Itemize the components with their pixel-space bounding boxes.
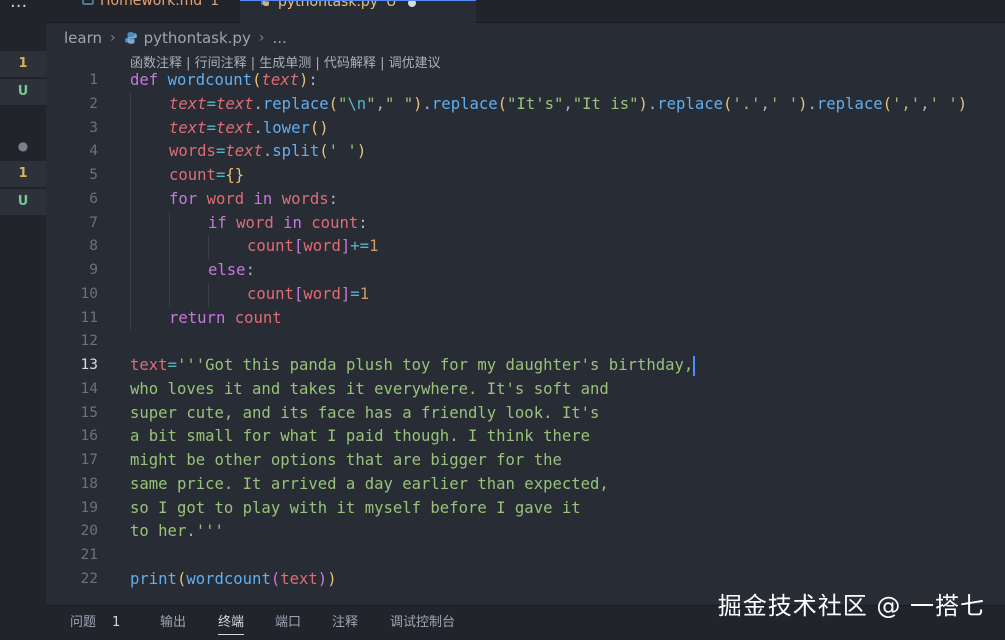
breadcrumb: learn › pythontask.py › ... [64,29,287,47]
unsaved-dot-icon[interactable] [408,1,417,7]
line-number: 8 [89,238,98,255]
line-number: 22 [80,570,98,587]
line-number: 21 [80,547,98,563]
tab-homework-md[interactable]: Homework.md 1 [62,0,238,22]
line-number: 20 [80,523,98,540]
code-line: 20 to her.''' [46,520,1005,544]
tab-label: pythontask.py [278,0,379,10]
code-line: 7 if word in count: [46,211,1005,236]
line-number: 18 [80,475,98,492]
line-number: 16 [80,428,98,445]
tab-output[interactable]: 输出 [160,606,186,639]
line-number: 9 [89,262,98,278]
tab-untracked-badge: U [386,0,397,10]
tab-pythontask-py[interactable]: pythontask.py U [240,0,476,23]
tab-comments[interactable]: 注释 [332,606,358,639]
watermark: 掘金技术社区 @ 一搭七 [717,592,985,620]
chevron-right-icon: › [258,30,265,46]
line-number: 14 [80,380,98,397]
code-lines: 1 def wordcount(text): 2 text=text.replace… [46,69,1005,592]
line-number: 2 [89,95,98,112]
tab-label: Homework.md [100,0,203,9]
line-number: 3 [89,119,98,136]
code-line: 9 else: [46,259,1005,283]
line-number: 4 [89,143,98,160]
line-number: 1 [89,72,98,88]
line-number: 19 [80,499,98,516]
line-number: 11 [80,309,98,326]
line-number: 7 [89,214,98,231]
code-line: 18 same price. It arrived a day earlier t… [46,473,1005,497]
code-line: 14 who loves it and takes it everywhere. … [46,378,1005,402]
code-line: 12 [46,330,1005,354]
problem-count-badge[interactable]: 1 [0,51,46,77]
line-number: 5 [89,167,98,183]
code-line: 8 count[word]+=1 [46,235,1005,259]
problems-count-badge: 1 [112,615,121,630]
more-actions-button[interactable]: ... [0,0,50,13]
code-line: 16 a bit small for what I paid though. I … [46,425,1005,449]
code-line: 4 words=text.split(' ') [46,140,1005,164]
tab-bar: ... Homework.md 1 pythontask.py U [10,0,1005,23]
modified-dot-icon: ● [17,139,29,153]
code-line: 3 text=text.lower() [46,116,1005,141]
breadcrumb-more[interactable]: ... [272,29,286,47]
code-line: 15 super cute, and its face has a friendl… [46,402,1005,426]
line-number: 10 [80,285,98,302]
code-line: 21 [46,544,1005,568]
tab-ports[interactable]: 端口 [275,606,301,639]
python-icon [261,1,270,6]
tab-debug-console[interactable]: 调试控制台 [390,606,455,639]
python-icon [124,32,137,44]
code-line: 11 return count [46,306,1005,331]
untracked-badge[interactable]: U [0,79,46,105]
tab-problem-badge: 1 [210,0,220,9]
line-number: 12 [80,333,98,350]
activity-bar: 1 U ● 1 U [0,0,46,638]
line-number: 15 [80,404,98,421]
tab-terminal[interactable]: 终端 [218,606,245,639]
tab-problems[interactable]: 问题 1 [70,606,120,639]
line-number: 13 [80,357,98,373]
code-line: 10 count[word]=1 [46,282,1005,307]
code-line: 2 text=text.replace("\n"," ").replace("It… [46,92,1005,117]
problem-count-badge-2[interactable]: 1 [0,161,46,187]
breadcrumb-folder[interactable]: learn [64,29,102,47]
code-editor[interactable]: learn › pythontask.py › ... 函数注释 | 行间注释 … [46,23,1005,605]
breadcrumb-file[interactable]: pythontask.py [144,29,251,47]
text-cursor [693,355,696,376]
line-number: 6 [89,190,98,207]
code-line: 5 count={} [46,164,1005,188]
code-line: 19 so I got to play with it myself before… [46,497,1005,521]
code-line: 1 def wordcount(text): [46,69,1005,93]
chevron-right-icon: › [110,30,116,46]
code-line-current: 13 text='''Got this panda plush toy for m… [46,354,1005,378]
code-line: 6 for word in words: [46,187,1005,212]
markdown-icon [82,0,94,5]
line-number: 17 [80,452,98,468]
code-line: 17 might be other options that are bigger… [46,449,1005,473]
untracked-badge-2[interactable]: U [0,189,46,215]
